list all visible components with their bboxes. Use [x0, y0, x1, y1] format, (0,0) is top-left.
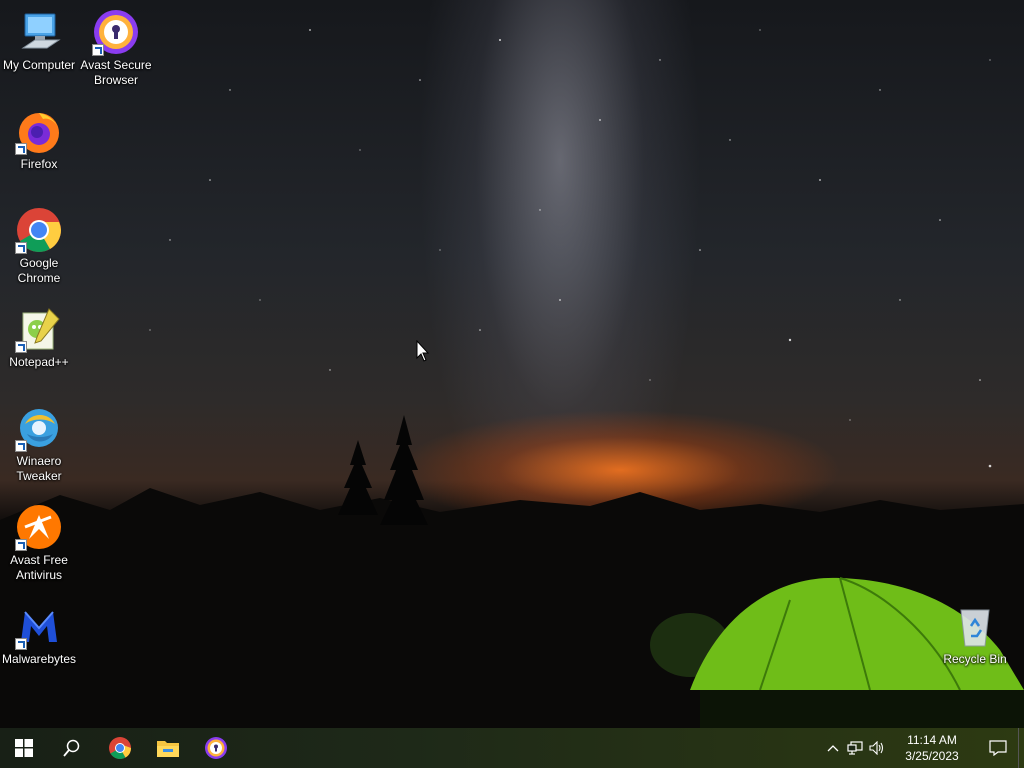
- network-icon: [847, 741, 863, 755]
- avast-browser-icon: [205, 737, 227, 759]
- show-hidden-icons-button[interactable]: [822, 728, 844, 768]
- chrome-icon: [15, 206, 63, 254]
- system-tray: 11:14 AM 3/25/2023: [822, 728, 1024, 768]
- taskbar-chrome-button[interactable]: [96, 728, 144, 768]
- desktop-icon-label: Avast Free Antivirus: [10, 553, 68, 582]
- desktop-icon-malwarebytes[interactable]: Malwarebytes: [1, 596, 77, 667]
- shortcut-arrow-icon: [15, 638, 27, 650]
- shortcut-arrow-icon: [15, 242, 27, 254]
- notification-icon: [989, 740, 1007, 756]
- desktop-icon-label: Google Chrome: [17, 256, 61, 285]
- shortcut-arrow-icon: [15, 539, 27, 551]
- desktop-icon-google-chrome[interactable]: Google Chrome: [1, 200, 77, 286]
- landscape-decoration: [0, 415, 1024, 728]
- desktop-icon-my-computer[interactable]: My Computer: [1, 2, 77, 73]
- desktop-icon-label: Recycle Bin: [943, 652, 1007, 666]
- firefox-icon: [15, 107, 63, 155]
- desktop-icon-firefox[interactable]: Firefox: [1, 101, 77, 172]
- recycle-bin-icon: [951, 602, 999, 650]
- desktop-icon-label: My Computer: [2, 58, 76, 72]
- taskbar: 11:14 AM 3/25/2023: [0, 728, 1024, 768]
- taskbar-avast-browser-button[interactable]: [192, 728, 240, 768]
- taskbar-clock[interactable]: 11:14 AM 3/25/2023: [894, 732, 970, 764]
- search-button[interactable]: [48, 728, 96, 768]
- computer-icon: [15, 8, 63, 56]
- desktop-icon-label: Malwarebytes: [1, 652, 77, 666]
- taskbar-file-explorer-button[interactable]: [144, 728, 192, 768]
- chrome-icon: [109, 737, 131, 759]
- action-center-button[interactable]: [978, 728, 1018, 768]
- start-button[interactable]: [0, 728, 48, 768]
- desktop-icon-label: Firefox: [20, 157, 58, 171]
- network-button[interactable]: [844, 728, 866, 768]
- notepadpp-icon: [15, 305, 63, 353]
- malwarebytes-icon: [15, 602, 63, 650]
- search-icon: [63, 739, 80, 757]
- volume-button[interactable]: [866, 728, 888, 768]
- chevron-up-icon: [827, 745, 839, 752]
- desktop-icon-label: Avast Secure Browser: [80, 58, 152, 87]
- winaero-icon: [15, 404, 63, 452]
- shortcut-arrow-icon: [15, 440, 27, 452]
- avast-antivirus-icon: [15, 503, 63, 551]
- clock-date: 3/25/2023: [905, 749, 959, 763]
- shortcut-arrow-icon: [92, 44, 104, 56]
- desktop-icon-avast-free-antivirus[interactable]: Avast Free Antivirus: [1, 497, 77, 583]
- windows-logo-icon: [15, 739, 33, 757]
- desktop-icon-avast-secure-browser[interactable]: Avast Secure Browser: [78, 2, 154, 88]
- folder-icon: [157, 741, 179, 757]
- volume-icon: [869, 741, 884, 755]
- desktop-icon-label: Notepad++: [9, 355, 69, 369]
- avast-browser-icon: [92, 8, 140, 56]
- show-desktop-button[interactable]: [1018, 728, 1024, 768]
- shortcut-arrow-icon: [15, 143, 27, 155]
- mouse-cursor-icon: [416, 340, 430, 362]
- desktop-icon-winaero-tweaker[interactable]: Winaero Tweaker: [1, 398, 77, 484]
- desktop-wallpaper[interactable]: My Computer Avast Secure Browser Firefox…: [0, 0, 1024, 728]
- shortcut-arrow-icon: [15, 341, 27, 353]
- clock-time: 11:14 AM: [907, 733, 957, 747]
- desktop-icon-label: Winaero Tweaker: [16, 454, 62, 483]
- desktop-icon-notepad-plus-plus[interactable]: Notepad++: [1, 299, 77, 370]
- desktop-icon-recycle-bin[interactable]: Recycle Bin: [937, 596, 1013, 667]
